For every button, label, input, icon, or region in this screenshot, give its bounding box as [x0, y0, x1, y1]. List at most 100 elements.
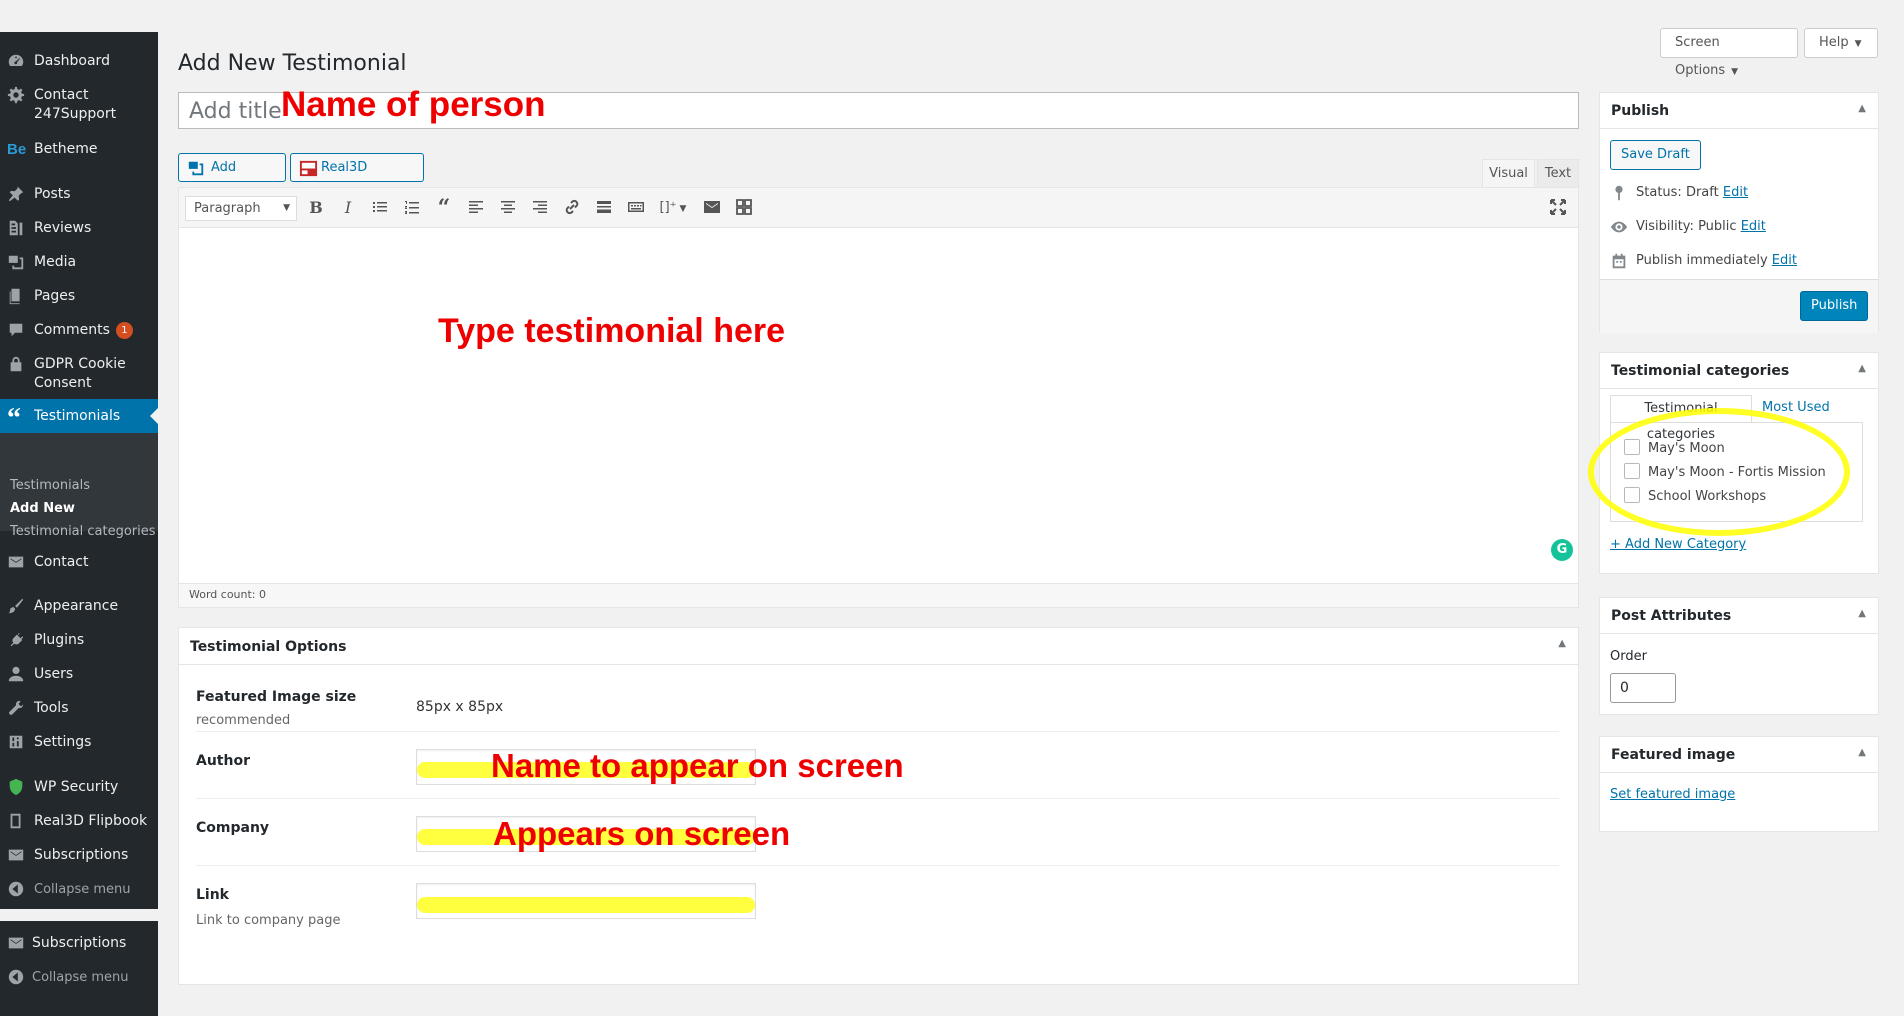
editor-toolbar: Paragraph ▼ B I “ []⁺ ▼: [179, 188, 1578, 228]
mail-icon: [7, 934, 25, 952]
pin-icon: [7, 185, 25, 203]
link-label: Link: [196, 887, 229, 903]
add-new-category-link[interactable]: + Add New Category: [1610, 537, 1746, 552]
fullscreen-icon[interactable]: [1547, 197, 1569, 219]
grammarly-icon[interactable]: G: [1551, 539, 1573, 561]
categories-header[interactable]: Testimonial categories ▲: [1600, 353, 1878, 389]
align-center-icon[interactable]: [497, 197, 519, 219]
sidebar-label: Pages: [34, 288, 76, 304]
collapse-arrow-icon[interactable]: ▲: [1558, 638, 1566, 649]
link-desc: Link to company page: [196, 913, 341, 928]
bullet-list-icon[interactable]: [369, 197, 391, 219]
set-featured-image-link[interactable]: Set featured image: [1610, 787, 1735, 802]
content-editor[interactable]: Paragraph ▼ B I “ []⁺ ▼ G Word count: 0: [178, 187, 1579, 608]
toolbar-toggle-icon[interactable]: [625, 197, 647, 219]
screen-options-button[interactable]: Screen Options ▼: [1660, 28, 1798, 78]
book-icon: [7, 812, 25, 830]
align-left-icon[interactable]: [465, 197, 487, 219]
numbered-list-icon[interactable]: [401, 197, 423, 219]
edit-visibility-link[interactable]: Edit: [1741, 219, 1766, 234]
sidebar-label: Collapse menu: [32, 970, 129, 985]
align-right-icon[interactable]: [529, 197, 551, 219]
publish-button[interactable]: Publish: [1800, 291, 1869, 321]
blockquote-icon[interactable]: “: [433, 197, 455, 219]
annotation-author-note: Name to appear on screen: [491, 747, 904, 784]
edit-status-link[interactable]: Edit: [1723, 185, 1748, 200]
sidebar-label: Collapse menu: [34, 882, 131, 897]
testimonial-categories-box: Testimonial categories ▲ Testimonial cat…: [1588, 352, 1879, 574]
order-input[interactable]: 0: [1610, 673, 1676, 703]
schedule-value: immediately: [1686, 253, 1768, 268]
settings-icon: [7, 733, 25, 751]
flipbook-icon: [299, 159, 318, 177]
tab-visual[interactable]: Visual: [1482, 159, 1535, 187]
publish-title: Publish: [1611, 103, 1670, 119]
post-attributes-title: Post Attributes: [1611, 608, 1732, 624]
pin-icon: [1610, 184, 1628, 202]
betheme-logo-icon: Be: [7, 141, 27, 158]
collapse-arrow-icon[interactable]: ▲: [1858, 608, 1866, 619]
edit-schedule-link[interactable]: Edit: [1772, 253, 1797, 268]
format-select[interactable]: Paragraph ▼: [185, 196, 297, 221]
testimonial-options-title: Testimonial Options: [190, 639, 347, 655]
tab-text[interactable]: Text: [1537, 159, 1579, 187]
collapse-arrow-icon[interactable]: ▲: [1858, 103, 1866, 114]
sidebar-label: Subscriptions: [34, 847, 129, 863]
help-button[interactable]: Help ▼: [1804, 28, 1878, 58]
sidebar-label: Plugins: [34, 632, 85, 648]
sidebar-label: Settings: [34, 734, 92, 750]
sidebar-label: Betheme: [34, 141, 98, 157]
link-icon[interactable]: [561, 197, 583, 219]
author-label: Author: [196, 753, 250, 769]
sidebar-label: WP Security: [34, 779, 119, 795]
help-label: Help: [1819, 35, 1849, 50]
submenu-testimonials[interactable]: Testimonials: [10, 478, 90, 493]
publish-header[interactable]: Publish ▲: [1600, 93, 1878, 129]
submenu-add-new[interactable]: Add New: [10, 501, 75, 516]
featured-image-title: Featured image: [1611, 747, 1736, 763]
real3d-flipbook-button[interactable]: Real3D Flipbook: [290, 153, 424, 202]
sidebar-label: Testimonials: [34, 408, 121, 424]
read-more-icon[interactable]: [593, 197, 615, 219]
eye-icon: [1610, 218, 1628, 236]
grid-icon[interactable]: [733, 197, 755, 219]
annotation-body-note: Type testimonial here: [438, 312, 786, 350]
categories-title: Testimonial categories: [1611, 363, 1790, 379]
shortcode-icon[interactable]: []⁺ ▼: [657, 197, 689, 219]
mail-icon: [7, 553, 25, 571]
save-draft-button[interactable]: Save Draft: [1610, 140, 1701, 170]
envelope-icon[interactable]: [701, 197, 723, 219]
bold-icon[interactable]: B: [305, 197, 327, 219]
visibility-value: Public: [1698, 219, 1737, 234]
add-media-button[interactable]: Add Media: [178, 153, 286, 202]
option-row-company: Company: [196, 799, 1559, 866]
submenu-testimonial-categories[interactable]: Testimonial categories: [10, 524, 156, 539]
lock-icon: [7, 355, 25, 373]
sidebar-label: Tools: [34, 700, 69, 716]
italic-icon[interactable]: I: [337, 197, 359, 219]
option-row-link: Link Link to company page: [196, 866, 1559, 946]
sidebar-label: Reviews: [34, 220, 92, 236]
pages-icon: [7, 287, 25, 305]
company-label: Company: [196, 820, 270, 836]
sidebar-label: Subscriptions: [32, 935, 127, 951]
title-placeholder: Add title: [189, 99, 282, 124]
reviews-icon: [7, 219, 25, 237]
collapse-arrow-icon[interactable]: ▲: [1858, 747, 1866, 758]
post-attributes-header[interactable]: Post Attributes ▲: [1600, 598, 1878, 634]
post-attributes-box: Post Attributes ▲ Order 0: [1599, 597, 1879, 715]
image-size-value: 85px x 85px: [416, 699, 504, 715]
media-icon: [7, 253, 25, 271]
link-highlight-mark: [417, 897, 755, 913]
sidebar-label: Appearance: [34, 598, 119, 614]
collapse-icon: [7, 968, 25, 986]
brush-icon: [7, 597, 25, 615]
collapse-arrow-icon[interactable]: ▲: [1858, 363, 1866, 374]
option-row-image-size: Featured Image size recommended 85px x 8…: [196, 665, 1559, 732]
testimonial-options-header[interactable]: Testimonial Options ▲: [179, 628, 1578, 665]
schedule-label: Publish: [1636, 253, 1683, 268]
caret-down-icon: ▼: [283, 203, 290, 213]
sidebar-label: Contact 247Support: [34, 87, 117, 122]
status-value: Draft: [1685, 185, 1719, 200]
featured-image-header[interactable]: Featured image ▲: [1600, 737, 1878, 773]
